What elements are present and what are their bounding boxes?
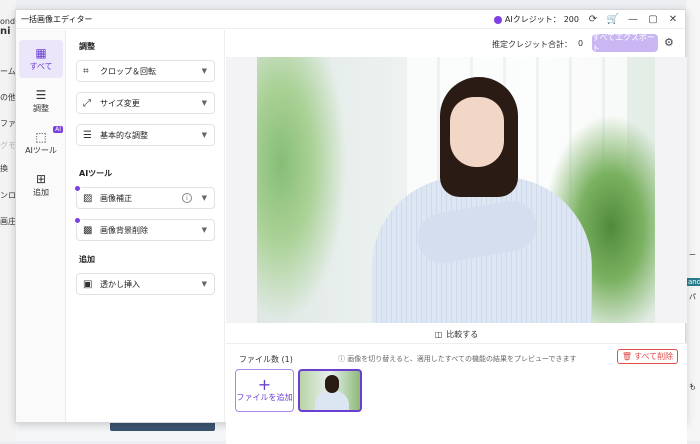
ai-icon: ⬚	[35, 131, 46, 143]
compare-icon: ◫	[435, 330, 443, 339]
enhance-icon: ▨	[83, 193, 95, 204]
ai-credits-value: 200	[564, 15, 579, 24]
section-ai-heading: AIツール	[79, 168, 112, 179]
chevron-down-icon: ▼	[202, 280, 207, 288]
ai-dot-icon	[74, 217, 81, 224]
chevron-down-icon: ▼	[202, 99, 207, 107]
ai-credits-label: AIクレジット：	[505, 14, 561, 25]
bg-text: ond	[0, 17, 15, 26]
tool-label: 画像補正	[100, 193, 132, 204]
compare-label: 比較する	[446, 329, 478, 340]
grid-icon: ▦	[35, 47, 46, 59]
plus-box-icon: ⊞	[36, 173, 46, 185]
bg-text: ンロ	[0, 190, 16, 201]
tool-label: 画像背景削除	[100, 225, 148, 236]
thumb-shirt	[315, 391, 349, 412]
section-adjust-heading: 調整	[79, 41, 95, 52]
bg-text: ー	[689, 250, 696, 260]
bg-text: ファ	[0, 118, 16, 129]
nav-item-all[interactable]: ▦ すべて	[19, 40, 63, 78]
sliders-icon: ☰	[83, 130, 95, 141]
title-bar-controls: AIクレジット： 200 ⟳ 🛒 — ▢ ✕	[494, 10, 679, 29]
gear-icon[interactable]: ⚙	[664, 36, 674, 49]
ai-badge: AI	[53, 126, 63, 133]
tool-label: 透かし挿入	[100, 279, 140, 290]
refresh-icon[interactable]: ⟳	[587, 14, 599, 26]
bg-text: の他	[0, 92, 16, 103]
nav-item-label: 追加	[33, 187, 49, 198]
thumb-hair	[325, 375, 339, 393]
preview-photo	[257, 57, 655, 323]
compare-button[interactable]: ◫ 比較する	[226, 326, 687, 342]
bg-text: and	[687, 278, 700, 286]
nav-item-label: AIツール	[25, 145, 57, 156]
crop-icon: ⌗	[83, 66, 95, 77]
bg-text: ni	[0, 26, 11, 37]
nav-item-add[interactable]: ⊞ 追加	[19, 166, 63, 204]
tool-label: サイズ変更	[100, 98, 140, 109]
delete-all-label: すべて削除	[634, 351, 673, 362]
tool-basic-adjust[interactable]: ☰ 基本的な調整 ▼	[76, 124, 215, 146]
delete-all-button[interactable]: 🗑 すべて削除	[617, 349, 678, 364]
title-bar: 一括画像エディター AIクレジット： 200 ⟳ 🛒 — ▢ ✕	[16, 10, 685, 29]
background-app-left: ond ni ーム の他 ファ グモ 換 ンロ 画庄	[0, 0, 16, 441]
add-file-button[interactable]: + ファイルを追加	[235, 369, 294, 412]
tool-background-remove[interactable]: ▩ 画像背景削除 ▼	[76, 219, 215, 241]
photo-plant-left	[257, 57, 347, 323]
close-icon[interactable]: ✕	[667, 14, 679, 26]
batch-editor-window: 一括画像エディター AIクレジット： 200 ⟳ 🛒 — ▢ ✕ ▦ すべて ☰…	[15, 9, 686, 423]
nav-item-ai-tools[interactable]: AI ⬚ AIツール	[19, 124, 63, 162]
tool-resize[interactable]: ⤢ サイズ変更 ▼	[76, 92, 215, 114]
export-all-button[interactable]: すべてエクスポート	[592, 34, 658, 52]
ai-credit-icon	[494, 16, 502, 24]
bg-text: パ	[689, 292, 696, 302]
preview-hint: ⓘ 画像を切り替えると、適用したすべての機能の結果をプレビューできます	[338, 354, 577, 364]
image-preview	[226, 57, 687, 323]
cart-icon[interactable]: 🛒	[607, 14, 619, 26]
ai-dot-icon	[74, 185, 81, 192]
sliders-icon: ☰	[36, 89, 47, 101]
bg-text: グモ	[0, 140, 16, 151]
nav-item-label: すべて	[29, 61, 52, 72]
resize-icon: ⤢	[83, 98, 95, 109]
photo-face	[450, 97, 504, 167]
main-area: 推定クレジット合計： 0 すべてエクスポート ⚙ ◫ 比較する ファイル数 (1…	[226, 30, 685, 422]
tool-label: クロップ＆回転	[100, 66, 156, 77]
section-add-heading: 追加	[79, 254, 95, 265]
estimated-credits-label: 推定クレジット合計：	[492, 39, 572, 50]
chevron-down-icon: ▼	[202, 131, 207, 139]
estimated-credits-value: 0	[578, 39, 583, 48]
file-strip: ファイル数 (1) ⓘ 画像を切り替えると、適用したすべての機能の結果をプレビュ…	[226, 343, 687, 444]
ai-credits: AIクレジット： 200	[494, 14, 579, 25]
minimize-icon[interactable]: —	[627, 14, 639, 26]
watermark-icon: ▣	[83, 279, 95, 290]
file-count: ファイル数 (1)	[239, 354, 293, 365]
preview-hint-text: 画像を切り替えると、適用したすべての機能の結果をプレビューできます	[347, 355, 576, 363]
background-app-right: and パ ー も	[686, 0, 700, 441]
tool-label: 基本的な調整	[100, 130, 148, 141]
bg-text: 画庄	[0, 216, 16, 227]
chevron-down-icon: ▼	[202, 67, 207, 75]
chevron-down-icon: ▼	[202, 226, 207, 234]
info-icon[interactable]: i	[182, 193, 192, 203]
plus-icon: +	[258, 378, 271, 392]
tool-crop-rotate[interactable]: ⌗ クロップ＆回転 ▼	[76, 60, 215, 82]
maximize-icon[interactable]: ▢	[647, 14, 659, 26]
bg-text: 換	[0, 163, 8, 174]
trash-icon: 🗑	[622, 352, 632, 361]
nav-item-label: 調整	[33, 103, 49, 114]
bg-text: も	[689, 382, 696, 392]
window-title: 一括画像エディター	[21, 14, 92, 25]
tool-image-enhance[interactable]: ▨ 画像補正 i ▼	[76, 187, 215, 209]
tool-watermark[interactable]: ▣ 透かし挿入 ▼	[76, 273, 215, 295]
bg-text: ーム	[0, 66, 16, 77]
side-navigation: ▦ すべて ☰ 調整 AI ⬚ AIツール ⊞ 追加	[16, 30, 66, 422]
background-remove-icon: ▩	[83, 225, 95, 236]
chevron-down-icon: ▼	[202, 194, 207, 202]
tools-panel: 調整 ⌗ クロップ＆回転 ▼ ⤢ サイズ変更 ▼ ☰ 基本的な調整 ▼ AIツー…	[67, 30, 225, 422]
nav-item-adjust[interactable]: ☰ 調整	[19, 82, 63, 120]
add-file-label: ファイルを追加	[237, 392, 293, 403]
file-thumbnail[interactable]	[298, 369, 362, 412]
